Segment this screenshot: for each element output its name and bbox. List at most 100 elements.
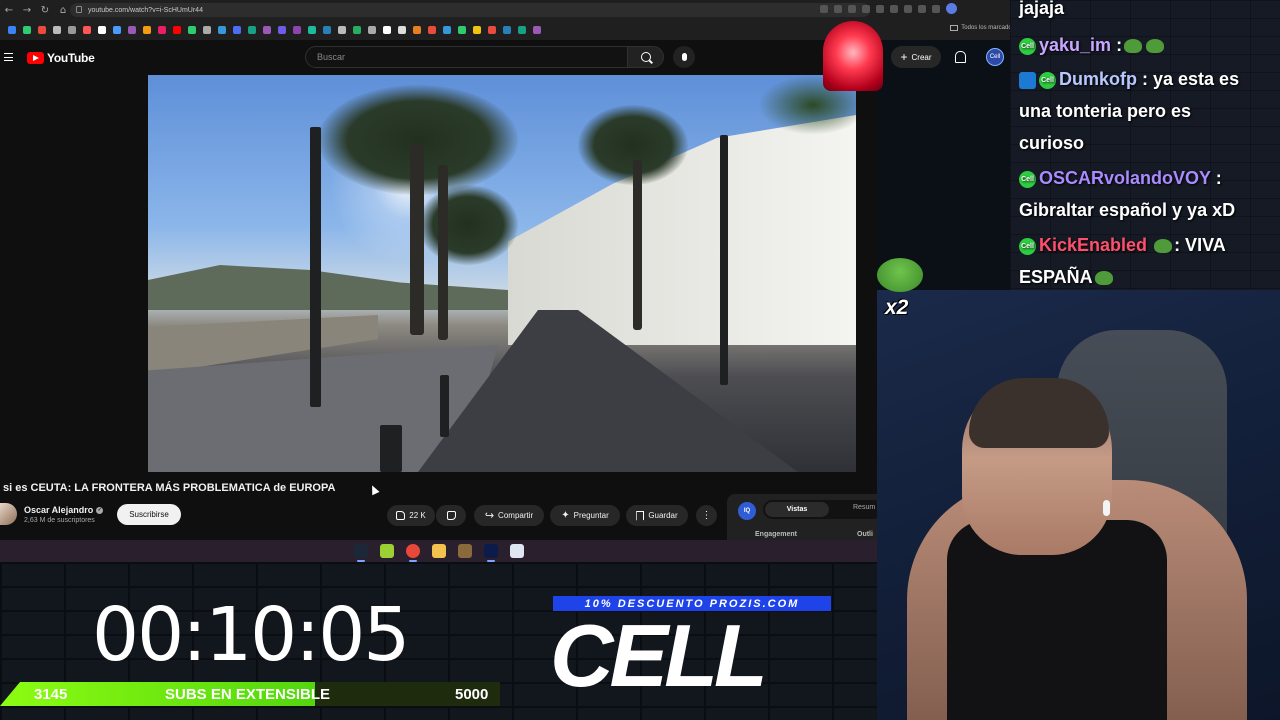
video-player[interactable] xyxy=(148,75,856,472)
bookmark-favicon-icon[interactable] xyxy=(23,25,31,34)
bookmark-favicon-icon[interactable] xyxy=(488,25,496,34)
chat-text: : ya esta es xyxy=(1142,69,1240,89)
hamburger-menu-icon[interactable] xyxy=(4,53,13,61)
chat-username[interactable]: Dumkofp xyxy=(1059,69,1137,89)
bookmark-favicon-icon[interactable] xyxy=(443,25,451,34)
chat-message: una tonteria pero es xyxy=(1019,95,1191,127)
minecraft-icon[interactable] xyxy=(457,544,472,558)
bookmark-favicon-icon[interactable] xyxy=(188,25,196,34)
chat-overlay: jajaja Cell yaku_im : Cell Dumkofp : ya esta… xyxy=(1010,0,1280,290)
chat-message: Cell Dumkofp : ya esta es xyxy=(1019,63,1239,95)
extensions-puzzle-icon[interactable] xyxy=(904,4,912,13)
site-info-icon[interactable] xyxy=(76,6,82,13)
tab-resumen[interactable]: Resum xyxy=(853,504,875,511)
app-7-icon[interactable] xyxy=(509,544,524,558)
menu-icon[interactable] xyxy=(918,4,926,13)
bookmark-icon xyxy=(636,510,645,521)
profile-avatar[interactable] xyxy=(946,3,957,14)
plus-icon: + xyxy=(900,50,908,64)
bookmark-favicon-icon[interactable] xyxy=(158,25,166,34)
bookmark-favicon-icon[interactable] xyxy=(323,25,331,34)
iq-badge[interactable]: IQ xyxy=(738,502,756,520)
account-avatar[interactable]: Cell xyxy=(986,48,1004,66)
bookmark-favicon-icon[interactable] xyxy=(68,25,76,34)
bookmark-favicon-icon[interactable] xyxy=(8,25,16,34)
share-button[interactable]: ↪ Compartir xyxy=(474,505,544,526)
bookmark-favicon-icon[interactable] xyxy=(233,25,241,34)
bookmark-favicon-icon[interactable] xyxy=(533,25,541,34)
bookmark-favicon-icon[interactable] xyxy=(143,25,151,34)
bookmark-star-icon[interactable] xyxy=(848,4,856,13)
bookmark-favicon-icon[interactable] xyxy=(518,25,526,34)
palm-fronds xyxy=(418,185,518,265)
bookmark-favicon-icon[interactable] xyxy=(263,25,271,34)
bookmark-favicon-icon[interactable] xyxy=(458,25,466,34)
bookmark-favicon-icon[interactable] xyxy=(38,25,46,34)
extension-icon[interactable] xyxy=(890,4,898,13)
zoom-icon[interactable] xyxy=(820,4,828,13)
extension-side-panel: IQ Vistas Resum Engagement Outli xyxy=(727,494,883,540)
extension-icon[interactable] xyxy=(862,4,870,13)
chrome-icon[interactable] xyxy=(405,544,420,562)
sparkle-icon: ✦ xyxy=(561,510,570,521)
bookmark-favicon-icon[interactable] xyxy=(218,25,226,34)
bookmark-favicon-icon[interactable] xyxy=(368,25,376,34)
bookmark-favicon-icon[interactable] xyxy=(353,25,361,34)
stream-timer: 00:10:05 xyxy=(92,592,410,678)
bookmark-favicon-icon[interactable] xyxy=(128,25,136,34)
bookmark-favicon-icon[interactable] xyxy=(83,25,91,34)
chat-text: ESPAÑA xyxy=(1019,267,1093,287)
reload-icon[interactable]: ↻ xyxy=(36,1,54,19)
channel-name[interactable]: Oscar Alejandro ✓ xyxy=(24,505,104,515)
thumbs-up-icon xyxy=(396,511,406,520)
downloads-icon[interactable] xyxy=(932,4,940,13)
chat-username[interactable]: yaku_im xyxy=(1039,35,1111,55)
bookmark-favicon-icon[interactable] xyxy=(473,25,481,34)
search-input[interactable]: Buscar xyxy=(305,46,628,68)
save-button[interactable]: Guardar xyxy=(626,505,688,526)
bookmark-favicon-icon[interactable] xyxy=(173,25,181,34)
bookmark-favicon-icon[interactable] xyxy=(398,25,406,34)
forward-icon[interactable]: → xyxy=(18,1,36,19)
extension-icon[interactable] xyxy=(876,4,884,13)
bookmark-favicon-icon[interactable] xyxy=(53,25,61,34)
chat-username[interactable]: OSCARvolandoVOY xyxy=(1039,168,1211,188)
bookmark-favicon-icon[interactable] xyxy=(203,25,211,34)
dislike-button[interactable] xyxy=(436,505,466,526)
more-actions-button[interactable]: ⋮ xyxy=(696,505,717,526)
create-button[interactable]: + Crear xyxy=(891,46,941,68)
chat-username[interactable]: KickEnabled xyxy=(1039,235,1147,255)
address-bar[interactable]: youtube.com/watch?v=i-ScHUmUr44 xyxy=(70,3,870,17)
photoshop-icon[interactable] xyxy=(483,544,498,562)
bookmark-favicon-icon[interactable] xyxy=(248,25,256,34)
share-page-icon[interactable] xyxy=(834,4,842,13)
search-button[interactable] xyxy=(627,46,664,68)
like-button[interactable]: 22 K xyxy=(387,505,435,526)
bookmark-favicon-icon[interactable] xyxy=(428,25,436,34)
bookmark-favicon-icon[interactable] xyxy=(503,25,511,34)
bookmark-favicon-icon[interactable] xyxy=(383,25,391,34)
bookmark-favicon-icon[interactable] xyxy=(413,25,421,34)
ask-button[interactable]: ✦ Preguntar xyxy=(550,505,620,526)
steam-icon[interactable] xyxy=(353,544,368,562)
youtube-play-icon xyxy=(27,52,44,64)
bookmark-favicon-icon[interactable] xyxy=(293,25,301,34)
subscribe-button[interactable]: Suscribirse xyxy=(117,504,181,525)
voice-search-button[interactable] xyxy=(673,46,695,68)
bookmark-favicon-icon[interactable] xyxy=(98,25,106,34)
bookmark-favicon-icon[interactable] xyxy=(113,25,121,34)
back-icon[interactable]: ← xyxy=(0,1,18,19)
notifications-bell-icon[interactable] xyxy=(955,51,966,63)
tab-vistas[interactable]: Vistas xyxy=(765,502,829,517)
bookmark-favicon-icon[interactable] xyxy=(308,25,316,34)
xbox-icon[interactable] xyxy=(379,544,394,558)
outline-label: Outli xyxy=(857,531,873,538)
video-title: si es CEUTA: LA FRONTERA MÁS PROBLEMATIC… xyxy=(3,482,336,494)
chat-badge-icon xyxy=(1019,71,1036,89)
palm-trunk xyxy=(633,160,642,330)
bookmark-favicon-icon[interactable] xyxy=(278,25,286,34)
palm-trunk xyxy=(438,165,448,340)
bookmark-favicon-icon[interactable] xyxy=(338,25,346,34)
file-explorer-icon[interactable] xyxy=(431,544,446,558)
youtube-logo[interactable]: YouTube xyxy=(27,51,95,65)
